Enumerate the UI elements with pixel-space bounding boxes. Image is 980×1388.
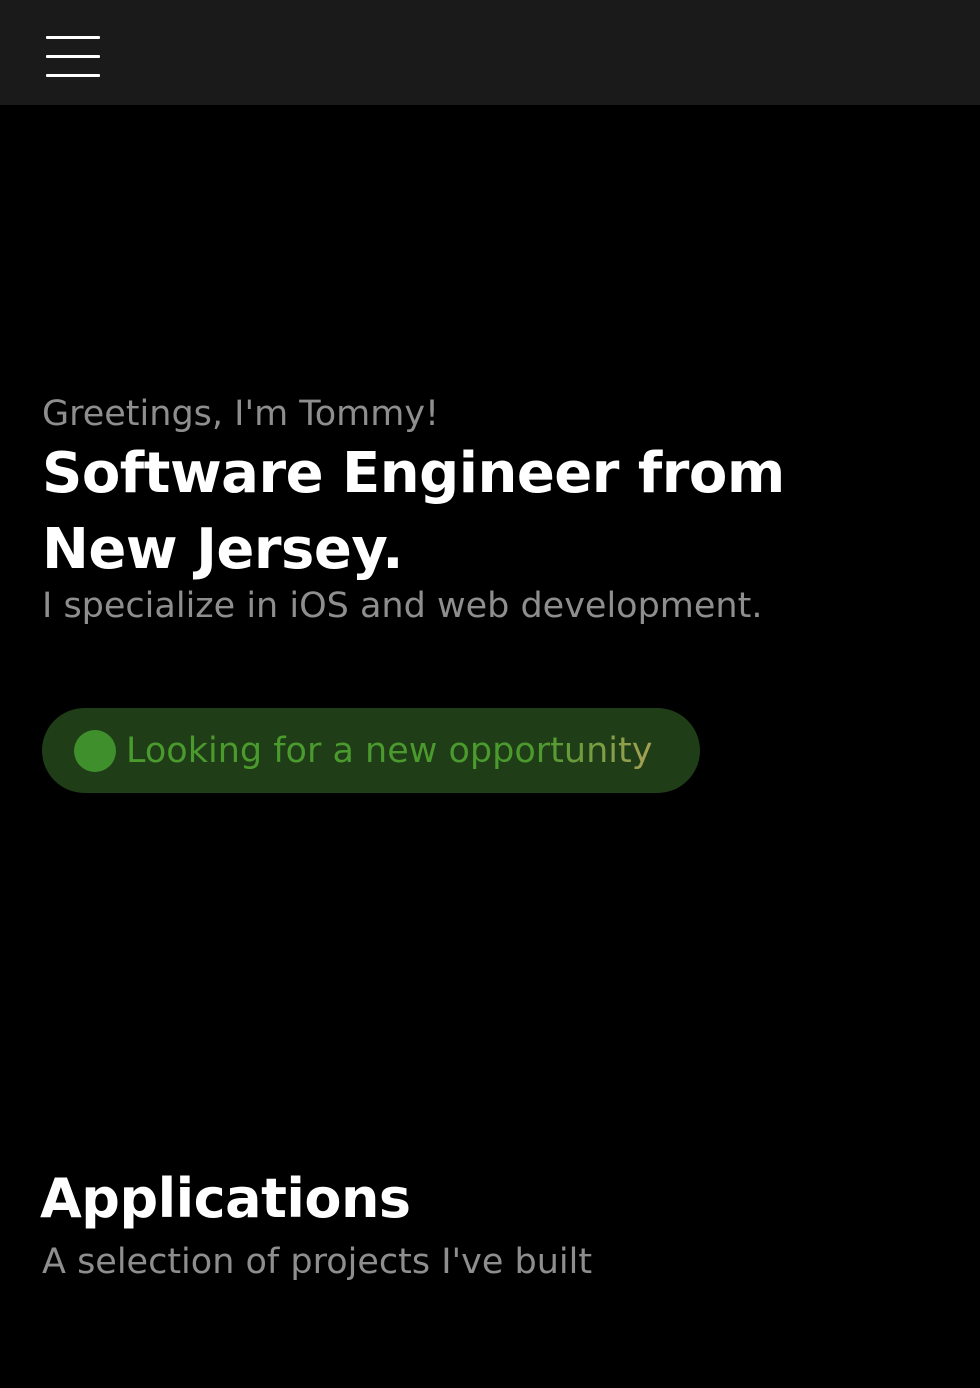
hero-section: Greetings, I'm Tommy! Software Engineer … <box>42 392 942 628</box>
hero-headline: Software Engineer from New Jersey. <box>42 441 785 582</box>
hero-greeting: Greetings, I'm Tommy! <box>42 394 440 434</box>
menu-bar-middle <box>46 55 100 58</box>
status-badge: Looking for a new opportunity <box>42 708 700 793</box>
applications-section: Applications A selection of projects I'v… <box>40 1166 940 1284</box>
hamburger-menu-icon[interactable] <box>46 36 102 78</box>
hero-tagline: I specialize in iOS and web development. <box>42 586 763 626</box>
menu-bar-bottom <box>46 74 100 77</box>
top-navigation-bar <box>0 0 980 105</box>
applications-title: Applications <box>40 1167 411 1230</box>
menu-bar-top <box>46 36 100 39</box>
applications-subtitle: A selection of projects I've built <box>42 1242 593 1282</box>
status-dot-icon <box>74 729 116 772</box>
status-label: Looking for a new opportunity <box>126 730 653 771</box>
page: Greetings, I'm Tommy! Software Engineer … <box>0 0 980 1388</box>
